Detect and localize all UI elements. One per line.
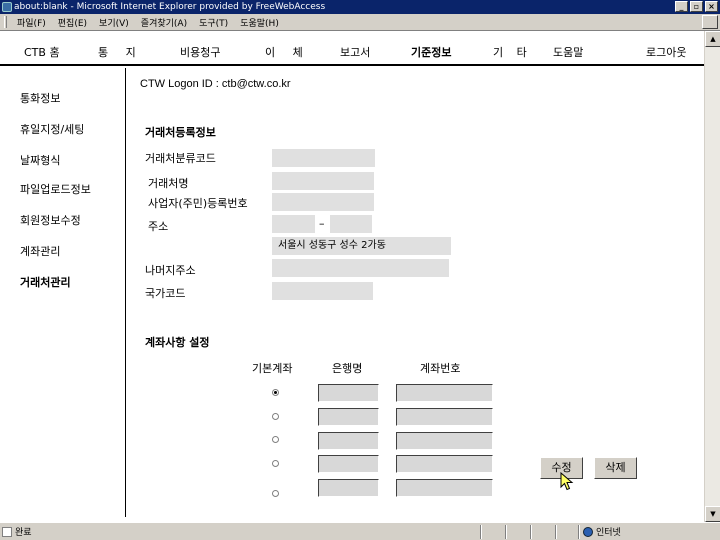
status-divider (530, 525, 532, 539)
delete-button[interactable]: 삭제 (594, 457, 637, 479)
category-code-field[interactable] (272, 149, 375, 167)
menu-view[interactable]: 보기(V) (93, 16, 135, 29)
browser-menubar: 파일(F) 편집(E) 보기(V) 즐겨찾기(A) 도구(T) 도움말(H) (0, 14, 720, 31)
nav-logout[interactable]: 로그아웃 (646, 44, 686, 60)
client-name-field[interactable] (272, 172, 374, 190)
minimize-button[interactable]: _ (675, 1, 688, 12)
sidebar-item-holiday[interactable]: 휴일지정/세팅 (20, 121, 84, 137)
account-no-input[interactable] (396, 479, 493, 497)
zip-dash: – (319, 217, 325, 230)
country-code-field[interactable] (272, 282, 373, 300)
address-field[interactable]: 서울시 성동구 성수 2가동 (272, 237, 451, 255)
nav-report[interactable]: 보고서 (340, 44, 370, 60)
default-account-radio[interactable] (272, 389, 279, 396)
nav-help[interactable]: 도움말 (553, 44, 583, 60)
status-divider (480, 525, 482, 539)
window-title: about:blank - Microsoft Internet Explore… (14, 2, 326, 12)
account-no-input[interactable] (396, 455, 493, 473)
sidebar-item-date-format[interactable]: 날짜형식 (20, 152, 60, 168)
nav-etc[interactable]: 기 타 (493, 44, 527, 60)
window-controls: _ ▫ × (675, 1, 718, 12)
sidebar-item-account-mgmt[interactable]: 계좌관리 (20, 243, 60, 259)
page-done-icon (2, 526, 12, 537)
bank-name-input[interactable] (318, 432, 379, 450)
menubar-grip (4, 16, 7, 28)
zone-text: 인터넷 (596, 528, 621, 538)
default-account-radio[interactable] (272, 413, 279, 420)
top-nav: CTB 홈 통 지 비용청구 이 체 보고서 기준정보 기 타 도움말 로그아웃 (0, 33, 710, 66)
internet-globe-icon (583, 526, 593, 537)
scroll-down-arrow-icon[interactable]: ▼ (705, 506, 720, 522)
bank-name-input[interactable] (318, 455, 379, 473)
bank-name-input[interactable] (318, 479, 379, 497)
security-zone: 인터넷 (583, 525, 621, 538)
menu-file[interactable]: 파일(F) (11, 16, 52, 29)
vertical-scrollbar[interactable]: ▲ ▼ (704, 31, 720, 522)
registration-section-title: 거래처등록정보 (145, 126, 216, 139)
bank-name-header: 은행명 (332, 362, 363, 375)
sidebar-item-member-edit[interactable]: 회원정보수정 (20, 212, 81, 228)
windows-logo-icon (702, 15, 718, 29)
default-account-radio[interactable] (272, 490, 279, 497)
nav-billing[interactable]: 비용청구 (180, 44, 220, 60)
status-divider (555, 525, 557, 539)
bank-name-input[interactable] (318, 408, 379, 426)
default-account-radio[interactable] (272, 460, 279, 467)
sidebar-item-currency[interactable]: 통화정보 (20, 90, 60, 106)
account-no-input[interactable] (396, 384, 493, 402)
bank-name-input[interactable] (318, 384, 379, 402)
close-button[interactable]: × (705, 1, 718, 12)
nav-ctb-home[interactable]: CTB 홈 (24, 44, 60, 60)
scroll-up-arrow-icon[interactable]: ▲ (705, 31, 720, 47)
business-no-label: 사업자(주민)등록번호 (148, 197, 248, 210)
menu-favorites[interactable]: 즐겨찾기(A) (135, 16, 193, 29)
nav-notice[interactable]: 통 지 (98, 44, 136, 60)
account-no-header: 계좌번호 (420, 362, 461, 375)
sidebar-divider (125, 68, 126, 517)
ie-app-icon (2, 2, 12, 12)
nav-transfer[interactable]: 이 체 (265, 44, 303, 60)
sidebar-item-client-mgmt[interactable]: 거래처관리 (20, 274, 71, 290)
client-name-label: 거래처명 (148, 177, 189, 190)
category-code-label: 거래처분류코드 (145, 152, 216, 165)
account-no-input[interactable] (396, 432, 493, 450)
zip-code-second-field[interactable] (330, 215, 372, 233)
maximize-button[interactable]: ▫ (690, 1, 703, 12)
status-text: 완료 (15, 528, 32, 538)
menu-tools[interactable]: 도구(T) (193, 16, 234, 29)
status-done: 완료 (2, 525, 32, 538)
window-titlebar: about:blank - Microsoft Internet Explore… (0, 0, 720, 14)
nav-base-info[interactable]: 기준정보 (411, 44, 451, 60)
business-no-field[interactable] (272, 193, 374, 211)
mouse-cursor-icon (560, 472, 574, 491)
address-rest-label: 나머지주소 (145, 264, 196, 277)
logon-id-text: CTW Logon ID : ctb@ctw.co.kr (140, 78, 291, 90)
sidebar-item-file-upload[interactable]: 파일업로드정보 (20, 181, 91, 197)
account-no-input[interactable] (396, 408, 493, 426)
account-section-title: 계좌사항 설정 (145, 336, 210, 349)
zip-code-first-field[interactable] (272, 215, 315, 233)
status-divider (505, 525, 507, 539)
default-account-header: 기본계좌 (252, 362, 293, 375)
menu-help[interactable]: 도움말(H) (234, 16, 285, 29)
status-divider (578, 525, 580, 539)
browser-statusbar: 완료 인터넷 (0, 522, 720, 540)
address-rest-field[interactable] (272, 259, 449, 277)
default-account-radio[interactable] (272, 436, 279, 443)
address-label: 주소 (148, 220, 169, 233)
menu-edit[interactable]: 편집(E) (52, 16, 93, 29)
country-code-label: 국가코드 (145, 287, 186, 300)
